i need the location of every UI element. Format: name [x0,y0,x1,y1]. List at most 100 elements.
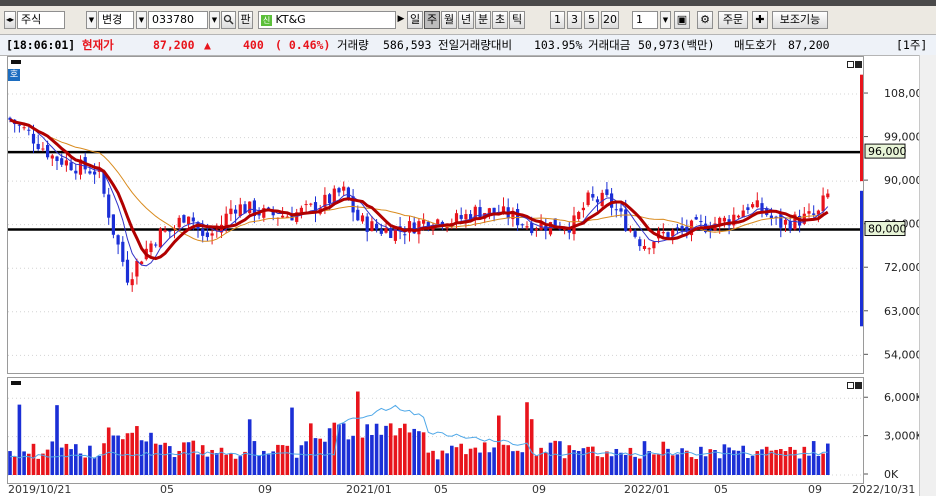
candle-body [680,226,684,230]
save-icon[interactable]: ▣ [674,11,690,29]
count-dropdown-icon[interactable]: ▼ [660,11,671,29]
volume-chart-pane[interactable] [7,377,864,484]
x-axis-label: 2021/01 [346,483,392,496]
prev-next-icon[interactable]: ◂▸ [4,11,16,29]
price-change: 400 [243,38,264,52]
volume-bar [595,456,600,475]
quote-time: [18:06:01] [6,38,76,52]
change-select[interactable]: 변경 [98,11,134,29]
volume-bar [130,432,134,475]
period-button-2[interactable]: 월 [441,11,457,29]
volume-label: 거래량 [337,38,369,52]
period-button-6[interactable]: 틱 [509,11,525,29]
x-axis-label: 2022/10/31 [852,483,916,496]
volume-bar [515,450,520,475]
candle-body [812,213,816,215]
candle-body [309,203,313,205]
volume-bar [182,442,186,475]
volume-bar [200,445,205,475]
candle-body [304,204,308,206]
volume-bar [511,451,515,475]
change-dropdown-icon[interactable]: ▼ [136,11,147,29]
vertical-scrollbar[interactable] [919,55,936,496]
period-button-0[interactable]: 일 [407,11,423,29]
volume-bar [139,440,144,475]
volume-bar [642,441,647,475]
price-tick-label: 99,000 [884,131,919,144]
volume-bar [605,451,609,475]
period-button-3[interactable]: 년 [458,11,474,29]
range-bar-down [860,190,863,327]
volume-bar [388,423,393,475]
volume-bar [36,458,40,475]
price-chart-pane[interactable]: 호 [7,56,864,374]
unit-label: [1주] [896,38,928,52]
count-input[interactable]: 1 [632,11,658,29]
gear-icon[interactable]: ⚙ [697,11,713,29]
volume-bar [379,434,384,475]
volume-bar [816,455,821,475]
quick-count-button-1[interactable]: 3 [567,11,582,29]
code-dropdown-icon[interactable]: ▼ [209,11,220,29]
volume-bar [628,447,633,475]
candle-body [544,225,548,231]
volume-bar [722,444,727,475]
candle-body [530,222,534,234]
volume-bar [619,452,623,475]
x-axis-label: 05 [434,483,448,496]
add-indicator-icon[interactable]: ✚ [752,11,768,29]
candle-body [182,215,186,223]
market-dropdown-icon[interactable]: ▼ [86,11,97,29]
aux-label: 보조기능 [779,13,821,26]
plate-button[interactable]: 판 [238,11,253,29]
candle-body [46,145,50,158]
order-button[interactable]: 주문 [718,11,748,29]
stock-name-field[interactable]: 신 KT&G [258,11,396,29]
market-select[interactable]: 주식 [17,11,65,29]
aux-function-button[interactable]: 보조기능 [772,11,828,29]
volume-bar [534,455,539,475]
volume-value: 586,593 [383,38,432,52]
price-tick-label: 72,000 [884,261,919,274]
volume-bar [285,445,290,475]
volume-bar [614,448,619,475]
order-label: 주문 [722,13,744,26]
name-arrow-icon[interactable]: ▶ [397,11,405,29]
quick-count-button-0[interactable]: 1 [550,11,565,29]
candle-body [746,207,750,211]
x-axis-label: 05 [160,483,174,496]
quick-count-button-2[interactable]: 5 [584,11,599,29]
candle-body [647,248,651,250]
ask-value: 87,200 [788,38,830,52]
volume-bar [365,424,369,475]
candle-body [158,228,162,248]
volume-bar [633,456,637,475]
volume-bar [346,439,351,475]
volume-bar [435,459,440,475]
candle-body [163,229,167,232]
candle-body [281,215,285,218]
code-input[interactable]: 033780 [148,11,208,29]
period-button-4[interactable]: 분 [475,11,491,29]
period-button-5[interactable]: 초 [492,11,508,29]
candle-body [642,246,647,249]
volume-bar [102,443,106,475]
volume-bar [374,423,379,475]
period-button-1[interactable]: 주 [424,11,440,29]
candle-body [205,232,209,238]
volume-bar [746,458,750,475]
volume-bar [88,445,92,475]
quick-count-button-3[interactable]: 20 [601,11,619,29]
search-icon[interactable] [221,11,236,29]
volume-bar [276,444,280,475]
code-value: 033780 [152,13,194,26]
plate-label: 판 [240,13,251,26]
candle-body [760,203,764,212]
candle-body [17,124,21,126]
volume-bar [205,456,210,475]
volume-bar [111,435,116,475]
candle-body [779,214,783,228]
volume-bar [548,442,553,475]
volume-bar [294,457,299,475]
volume-bar [717,458,722,475]
